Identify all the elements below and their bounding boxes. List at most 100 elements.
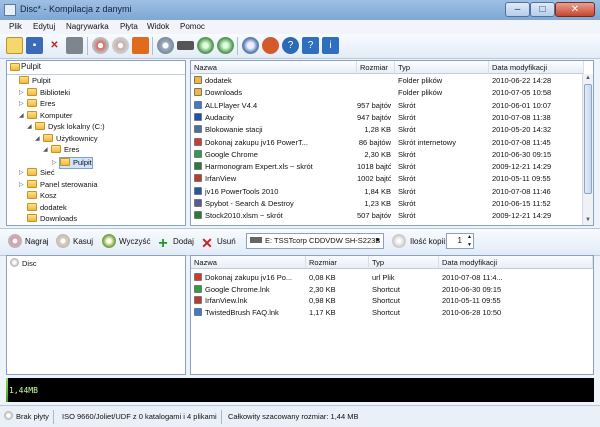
cell-date: 2010-06-01 10:07 <box>492 100 582 111</box>
tree-item[interactable]: ▷ Biblioteki <box>19 87 70 98</box>
scroll-thumb[interactable] <box>584 84 592 194</box>
comp-col-type[interactable]: Typ <box>369 256 439 269</box>
tree-item[interactable]: Pulpit <box>19 76 51 86</box>
expander-icon[interactable]: ▷ <box>19 88 25 98</box>
copies-stepper[interactable]: 1 ▲ ▼ <box>446 233 474 249</box>
file-icon <box>194 125 202 134</box>
cell-name: Harmonogram Expert.xls ~ skrót <box>194 161 354 172</box>
status-total-size: Całkowity szacowany rozmiar: 1,44 MB <box>228 412 359 421</box>
tree-item[interactable]: ◢ Dysk lokalny (C:) <box>27 122 105 132</box>
expander-icon[interactable]: ▷ <box>19 180 25 190</box>
burn-button[interactable]: Nagraj <box>8 232 49 252</box>
table-row[interactable]: Dokonaj zakupu jv16 PowerT... 86 bajtów Sk… <box>191 137 583 148</box>
table-row[interactable]: Spybot - Search & Destroy 1,23 KB Skrót 201… <box>191 198 583 209</box>
tree-item[interactable]: ◢ Komputer <box>19 110 73 121</box>
table-row[interactable]: Harmonogram Expert.xls ~ skrót 1018 bajtó… <box>191 161 583 172</box>
tree-item[interactable]: ▷ Eres <box>19 99 55 109</box>
table-row[interactable]: Downloads Folder plików 2010-07-05 10:58 <box>191 87 583 98</box>
clear-button[interactable]: Wyczyść <box>102 232 150 252</box>
menu-pomoc[interactable]: Pomoc <box>180 22 205 31</box>
tree-item[interactable]: ▷ Panel sterowania <box>19 179 98 190</box>
disc-icon[interactable] <box>132 37 149 54</box>
expander-icon[interactable]: ◢ <box>27 122 33 132</box>
disc-root[interactable]: Disc <box>10 258 37 268</box>
table-row[interactable]: IrfanView 1002 bajtów Skrót 2010-05-11 09:5… <box>191 173 583 184</box>
name-text: ALLPlayer V4.4 <box>205 100 258 110</box>
drive-options-icon[interactable] <box>392 232 409 252</box>
copy-icon[interactable] <box>112 37 129 54</box>
menu-plik[interactable]: Plik <box>9 22 22 31</box>
name-text: Blokowanie stacji <box>205 125 263 135</box>
no-disc-icon <box>4 411 13 420</box>
expander-icon[interactable]: ▷ <box>19 99 25 109</box>
help-icon[interactable]: ? <box>302 37 319 54</box>
table-row[interactable]: Audacity 947 bajtów Skrót 2010-07-08 11:38 <box>191 112 583 123</box>
paint-icon[interactable] <box>262 37 279 54</box>
scroll-down-icon[interactable]: ▼ <box>583 216 593 225</box>
menu-edytuj[interactable]: Edytuj <box>33 22 55 31</box>
maximize-button[interactable]: □ <box>530 2 555 17</box>
menu-plyta[interactable]: Płyta <box>120 22 138 31</box>
delete-icon[interactable]: ✕ <box>46 37 63 54</box>
table-row[interactable]: TwistedBrush FAQ.lnk 1,17 KB Shortcut 2010-… <box>191 307 583 318</box>
expander-icon[interactable]: ◢ <box>35 134 41 144</box>
cell-date: 2010-06-30 09:15 <box>492 149 582 160</box>
scroll-up-icon[interactable]: ▲ <box>583 74 593 83</box>
col-size[interactable]: Rozmiar <box>357 61 395 74</box>
drive-select[interactable]: E: TSSTcorp CDDVDW SH-S223B ▼ <box>246 233 384 249</box>
burn-icon[interactable] <box>92 37 109 54</box>
tree-item[interactable]: ◢ Użytkownicy <box>35 133 98 144</box>
minimize-button[interactable]: – <box>505 2 530 17</box>
name-text: Google Chrome <box>205 149 258 159</box>
new-icon[interactable] <box>6 37 23 54</box>
remove-button[interactable]: ✕ Usuń <box>200 232 236 252</box>
tree-item[interactable]: ▷ Sieć <box>19 168 55 178</box>
menu-nagrywarka[interactable]: Nagrywarka <box>66 22 109 31</box>
table-row[interactable]: IrfanView.lnk 0,98 KB Shortcut 2010-05-11 0… <box>191 295 583 306</box>
erase-icon[interactable] <box>177 41 194 50</box>
date-text: 2010-07-08 11:4... <box>442 273 503 282</box>
tree-item[interactable]: Kosz <box>27 191 57 201</box>
stepper-arrows-icon[interactable]: ▲ ▼ <box>467 233 472 249</box>
tree-item[interactable]: Downloads <box>27 214 77 224</box>
comp-col-date[interactable]: Data modyfikacji <box>439 256 593 269</box>
expander-icon[interactable]: ◢ <box>43 145 49 155</box>
tree-item[interactable]: dodatek <box>27 202 67 213</box>
col-name[interactable]: Nazwa <box>191 61 357 74</box>
disc2-icon[interactable] <box>197 37 214 54</box>
file-list-scrollbar[interactable]: ▲ ▼ <box>582 74 593 225</box>
col-date[interactable]: Data modyfikacji <box>489 61 584 74</box>
menu-widok[interactable]: Widok <box>147 22 169 31</box>
burn-label: Nagraj <box>25 237 49 246</box>
table-row[interactable]: Google Chrome.lnk 2,30 KB Shortcut 2010-06-… <box>191 284 583 295</box>
tree-item[interactable]: ◢ Eres <box>43 145 79 155</box>
save-icon[interactable]: ▪ <box>26 37 43 54</box>
size-text: 2,30 KB <box>364 149 391 159</box>
table-row[interactable]: ALLPlayer V4.4 957 bajtów Skrót 2010-06-01 … <box>191 100 583 111</box>
table-row[interactable]: Google Chrome 2,30 KB Skrót 2010-06-30 09:1… <box>191 149 583 160</box>
settings-icon[interactable] <box>242 37 259 54</box>
drive-icon[interactable] <box>157 37 174 54</box>
table-row[interactable]: Stock2010.xlsm ~ skrót 507 bajtów Skrót 200… <box>191 210 583 221</box>
disc3-icon[interactable] <box>217 37 234 54</box>
help-circle-icon[interactable]: ? <box>282 37 299 54</box>
cell-type: Skrót <box>398 112 488 123</box>
expander-icon[interactable]: ▷ <box>19 168 25 178</box>
table-row[interactable]: Blokowanie stacji 1,28 KB Skrót 2010-05-20 … <box>191 124 583 135</box>
comp-col-name[interactable]: Nazwa <box>191 256 306 269</box>
tree-item[interactable]: ▷ Pulpit <box>52 156 93 169</box>
table-row[interactable]: Dokonaj zakupu jv16 Po... 0,08 KB url Plik… <box>191 272 583 283</box>
col-type[interactable]: Typ <box>395 61 489 74</box>
type-text: url Plik <box>372 273 395 282</box>
erase-disc-icon <box>56 234 70 248</box>
close-button[interactable]: ✕ <box>555 2 595 17</box>
erase-button[interactable]: Kasuj <box>56 232 93 252</box>
comp-col-size[interactable]: Rozmiar <box>306 256 369 269</box>
print-icon[interactable] <box>66 37 83 54</box>
expander-icon[interactable]: ◢ <box>19 111 25 121</box>
expander-icon[interactable]: ▷ <box>52 158 58 168</box>
info-icon[interactable]: i <box>322 37 339 54</box>
add-button[interactable]: + Dodaj <box>156 232 194 252</box>
table-row[interactable]: jv16 PowerTools 2010 1,84 KB Skrót 2010-07-… <box>191 186 583 197</box>
table-row[interactable]: dodatek Folder plików 2010-06-22 14:28 <box>191 75 583 86</box>
